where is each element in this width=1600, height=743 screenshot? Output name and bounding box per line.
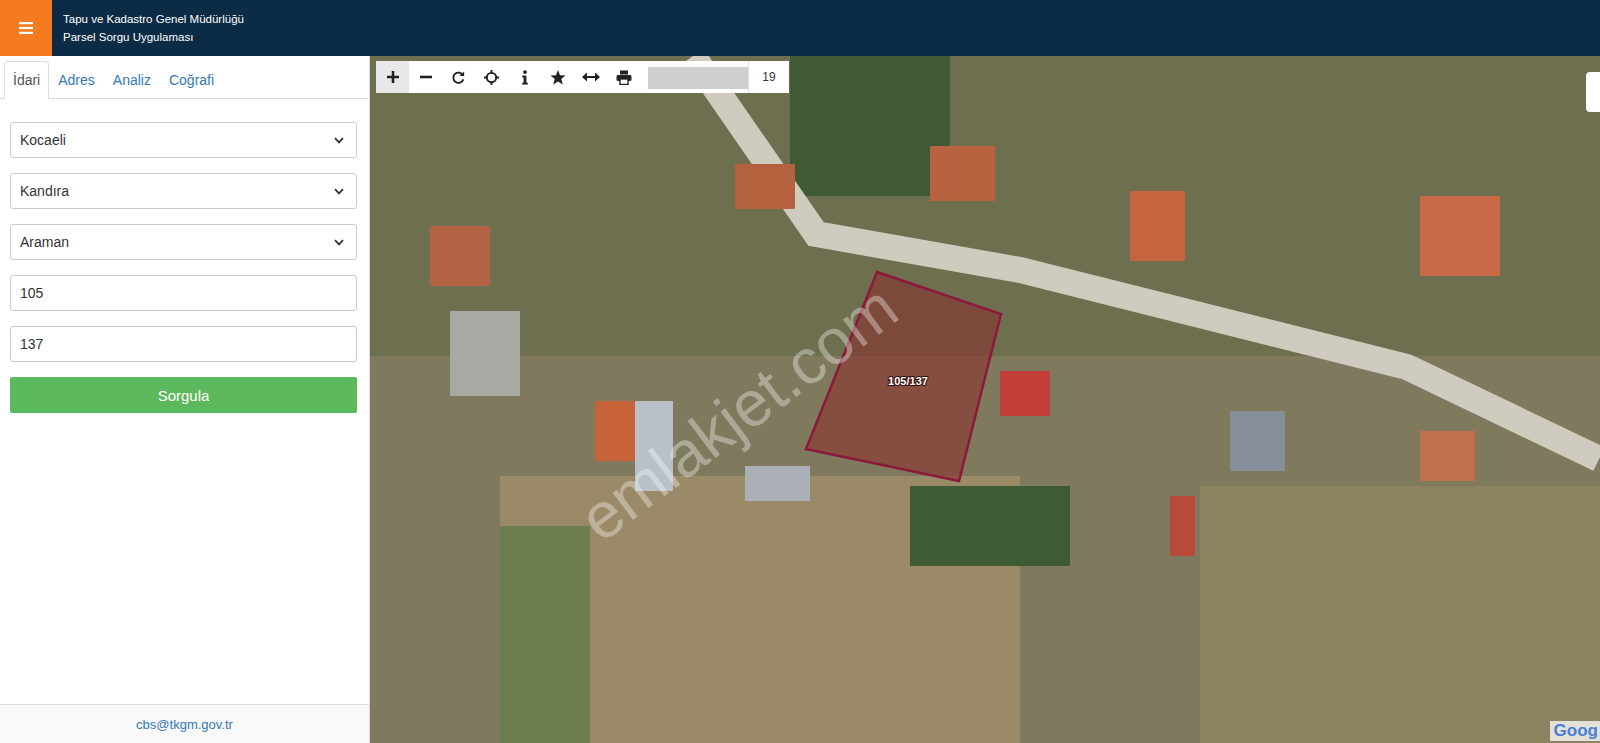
parcel-query-app: Tapu ve Kadastro Genel Müdürlüğü Parsel … bbox=[0, 0, 1600, 743]
map-attribution: Goog bbox=[1550, 721, 1600, 741]
tab[interactable]: Adres bbox=[49, 61, 104, 99]
map-tool-button[interactable] bbox=[607, 61, 640, 93]
map-tool-button[interactable] bbox=[376, 61, 409, 93]
text-field[interactable]: 137 bbox=[10, 326, 357, 362]
crosshair-icon bbox=[484, 70, 499, 85]
refresh-icon bbox=[451, 70, 466, 85]
map-tool-button[interactable] bbox=[574, 61, 607, 93]
star-icon bbox=[550, 70, 566, 85]
map-view[interactable]: 105/137 19 emlakjet.com Goog bbox=[370, 56, 1600, 743]
map-tool-button[interactable] bbox=[541, 61, 574, 93]
parcel-label: 105/137 bbox=[888, 375, 928, 387]
chevron-down-icon bbox=[334, 188, 344, 195]
select-field[interactable]: Kandıra bbox=[10, 173, 357, 209]
hamburger-icon bbox=[19, 22, 33, 34]
map-tool-button[interactable] bbox=[409, 61, 442, 93]
query-button[interactable]: Sorgula bbox=[10, 377, 357, 413]
measure-icon bbox=[582, 71, 600, 83]
watermark: emlakjet.com bbox=[566, 270, 912, 556]
select-field[interactable]: Kocaeli bbox=[10, 122, 357, 158]
menu-button[interactable] bbox=[0, 0, 52, 56]
select-field[interactable]: Araman bbox=[10, 224, 357, 260]
map-toolbar: 19 bbox=[376, 61, 789, 93]
zoom-level[interactable]: 19 bbox=[748, 61, 789, 93]
zoom-out-icon bbox=[419, 70, 433, 84]
top-bar: Tapu ve Kadastro Genel Müdürlüğü Parsel … bbox=[0, 0, 1600, 56]
side-panel: İdariAdresAnalizCoğrafi Kocaeli Kandıra … bbox=[0, 56, 370, 743]
print-icon bbox=[616, 70, 632, 85]
chevron-down-icon bbox=[334, 239, 344, 246]
app-title: Tapu ve Kadastro Genel Müdürlüğü Parsel … bbox=[52, 0, 244, 56]
tab[interactable]: Analiz bbox=[104, 61, 160, 99]
coordinate-field[interactable] bbox=[648, 67, 748, 89]
tab[interactable]: İdari bbox=[4, 61, 49, 99]
layer-toggle-button[interactable] bbox=[1586, 72, 1600, 112]
parcel-outline[interactable] bbox=[806, 272, 1001, 481]
info-icon bbox=[521, 70, 529, 85]
chevron-down-icon bbox=[334, 137, 344, 144]
tab-bar: İdariAdresAnalizCoğrafi bbox=[0, 56, 369, 99]
map-tool-button[interactable] bbox=[442, 61, 475, 93]
map-tool-button[interactable] bbox=[508, 61, 541, 93]
satellite-imagery: 105/137 bbox=[370, 56, 1600, 743]
tab[interactable]: Coğrafi bbox=[160, 61, 223, 99]
map-tool-button[interactable] bbox=[475, 61, 508, 93]
agency-name: Tapu ve Kadastro Genel Müdürlüğü bbox=[63, 10, 244, 28]
app-name: Parsel Sorgu Uygulaması bbox=[63, 28, 244, 46]
text-field[interactable]: 105 bbox=[10, 275, 357, 311]
contact-email[interactable]: cbs@tkgm.gov.tr bbox=[0, 704, 369, 743]
zoom-in-icon bbox=[386, 70, 400, 84]
query-form: Kocaeli Kandıra Araman 105 137 Sorgula bbox=[0, 99, 369, 413]
